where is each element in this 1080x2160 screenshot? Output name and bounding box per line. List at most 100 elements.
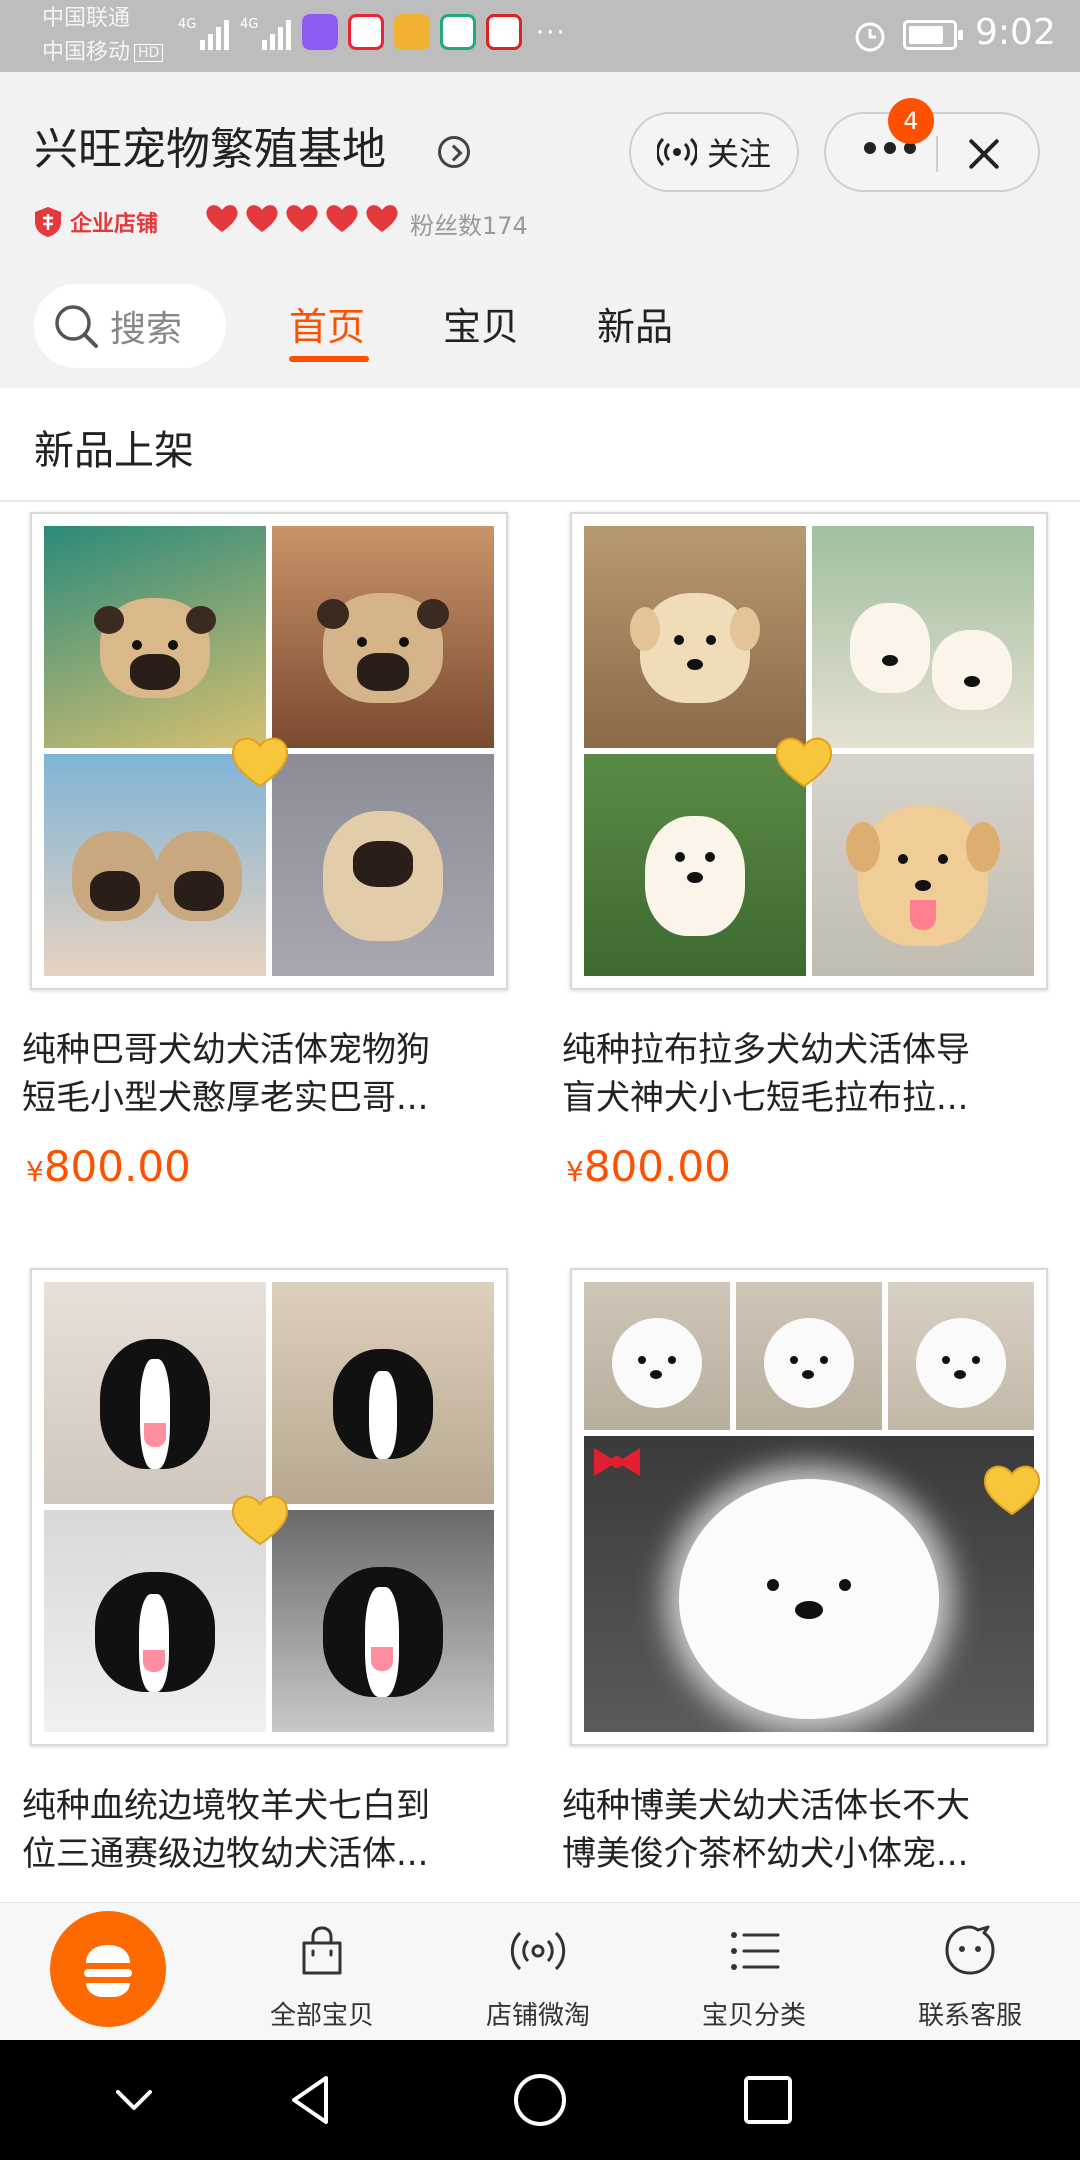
photo-tile [584,526,806,748]
rating-heart-icon [246,205,278,232]
photo-tile [44,526,266,748]
broadcast-icon [510,1931,566,1971]
alarm-icon [855,22,885,52]
battery-icon [903,20,963,50]
product-grid: 纯种巴哥犬幼犬活体宠物狗 短毛小型犬憨厚老实巴哥... ¥800.00 纯种拉布… [0,502,1080,1902]
signal-1-label: 4G [178,17,196,32]
shop-header: 兴旺宠物繁殖基地 关注 4 企业店铺 粉丝数174 搜索 首页 宝贝 新品 [0,72,1080,388]
watermark-heart-icon [983,1465,1041,1516]
section-title: 新品上架 [34,428,194,474]
shop-bottom-bar: 全部宝贝 店铺微淘 宝贝分类 联系客服 [0,1902,1080,2040]
product-card[interactable]: 纯种血统边境牧羊犬七白到 位三通赛级边牧幼犬活体... [0,1258,540,2014]
list-icon [731,1932,780,1970]
carrier-1: 中国联通 [42,6,131,31]
signal-2-label: 4G [240,17,258,32]
battery-level [909,26,943,44]
shop-rating-hearts [204,202,400,234]
hd-badge: HD [134,44,164,62]
hide-keyboard-icon[interactable] [102,2068,166,2132]
follow-label: 关注 [706,135,771,173]
watermark-heart-icon [231,737,289,788]
shop-home-icon [84,1945,132,1997]
product-price: ¥800.00 [566,1142,731,1191]
product-price: ¥800.00 [26,1142,191,1191]
rating-heart-icon [286,205,318,232]
tab-customer-service-label: 联系客服 [917,2001,1022,2031]
product-image[interactable] [30,1268,508,1746]
shop-name[interactable]: 兴旺宠物繁殖基地 [34,122,386,178]
product-image[interactable] [570,1268,1048,1746]
photo-tile [584,1436,1034,1732]
photo-tile [272,754,494,976]
enterprise-shield-icon [35,207,61,237]
close-icon[interactable] [966,136,1002,172]
capsule-divider [936,136,938,172]
back-icon[interactable] [280,2068,344,2132]
carrier-2: 中国移动 HD [42,40,164,66]
signal-icon: 4G [178,17,229,50]
video-app-icon [302,14,338,50]
active-tab-indicator [289,356,369,362]
system-nav-bar [0,2040,1080,2160]
status-bar: 中国联通 中国移动 HD 4G 4G ··· 9:02 [0,0,1080,72]
bag-icon [302,1926,342,1975]
photo-tile [272,526,494,748]
watermark-heart-icon [775,737,833,788]
photo-tile [272,1282,494,1504]
tab-customer-service[interactable]: 联系客服 [890,1923,1050,2032]
product-card[interactable]: 纯种拉布拉多犬幼犬活体导 盲犬神犬小七短毛拉布拉... ¥800.00 [540,502,1080,1258]
product-title[interactable]: 纯种血统边境牧羊犬七白到 位三通赛级边牧幼犬活体... [22,1782,502,1878]
rating-heart-icon [206,205,238,232]
shop-type-label: 企业店铺 [70,212,159,237]
rating-heart-icon [326,205,358,232]
watermark-heart-icon [231,1495,289,1546]
product-card[interactable]: 纯种巴哥犬幼犬活体宠物狗 短毛小型犬憨厚老实巴哥... ¥800.00 [0,502,540,1258]
section-header: 新品上架 [0,388,1080,502]
search-placeholder: 搜索 [110,309,183,350]
broadcast-icon [656,137,697,167]
search-input[interactable]: 搜索 [34,284,226,368]
product-card[interactable]: 纯种博美犬幼犬活体长不大 博美俊介茶杯幼犬小体宠... [540,1258,1080,2014]
tab-home[interactable]: 首页 [289,296,365,351]
product-title[interactable]: 纯种巴哥犬幼犬活体宠物狗 短毛小型犬憨厚老实巴哥... [22,1026,502,1122]
photo-tile [888,1282,1034,1430]
fox-app-icon [394,14,430,50]
shop-info-arrow-icon[interactable] [438,136,470,168]
tab-items[interactable]: 宝贝 [443,296,519,351]
product-title[interactable]: 纯种拉布拉多犬幼犬活体导 盲犬神犬小七短毛拉布拉... [562,1026,1042,1122]
home-icon[interactable] [508,2068,572,2132]
bow-icon [594,1448,640,1476]
tab-all-items[interactable]: 全部宝贝 [242,1923,402,2032]
shop-type-badge: 企业店铺 [34,206,158,238]
tab-new[interactable]: 新品 [597,296,673,351]
tab-all-items-label: 全部宝贝 [269,2001,374,2031]
recent-apps-icon[interactable] [736,2068,800,2132]
product-image[interactable] [30,512,508,990]
more-notifications-icon: ··· [536,18,567,48]
photo-tile [812,754,1034,976]
shop-home-button[interactable] [50,1911,166,2027]
photo-tile [812,526,1034,748]
photo-tile [272,1510,494,1732]
weibo-app-icon [348,14,384,50]
tab-shop-feed-label: 店铺微淘 [485,2001,590,2031]
browser-app-icon [440,14,476,50]
photo-tile [736,1282,882,1430]
sina-app-icon [486,14,522,50]
tab-categories-label: 宝贝分类 [701,2001,806,2031]
clock: 9:02 [975,12,1056,53]
photo-tile [584,1282,730,1430]
chat-face-icon [945,1925,995,1975]
search-icon [55,305,98,348]
product-title[interactable]: 纯种博美犬幼犬活体长不大 博美俊介茶杯幼犬小体宠... [562,1782,1042,1878]
notification-badge: 4 [888,98,934,144]
notification-app-icons [302,14,522,50]
rating-heart-icon [366,205,398,232]
tab-categories[interactable]: 宝贝分类 [674,1923,834,2032]
product-image[interactable] [570,512,1048,990]
follow-button[interactable]: 关注 [629,112,799,192]
fans-count: 粉丝数174 [410,212,528,240]
tab-shop-feed[interactable]: 店铺微淘 [458,1923,618,2032]
signal-icon: 4G [240,17,291,50]
photo-tile [44,1282,266,1504]
